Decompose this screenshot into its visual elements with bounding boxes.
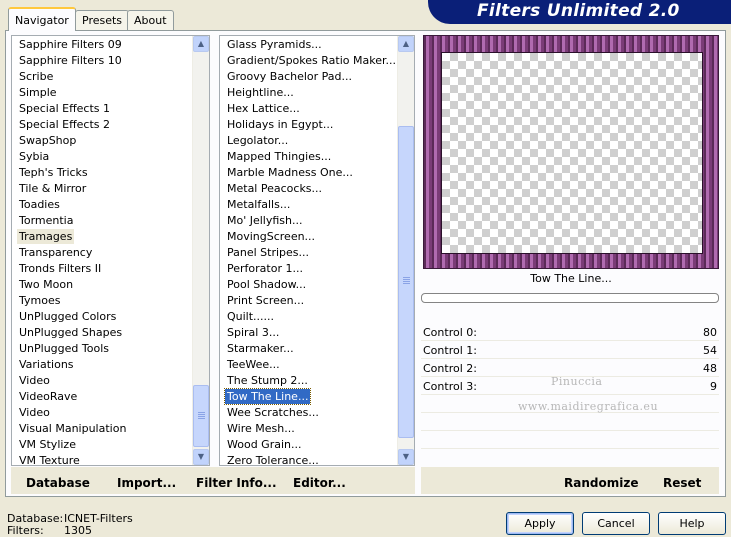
- filter-list-item[interactable]: Gradient/Spokes Ratio Maker...: [225, 53, 398, 68]
- category-list-item[interactable]: UnPlugged Shapes: [17, 325, 124, 340]
- category-list-item[interactable]: Special Effects 1: [17, 101, 112, 116]
- cancel-button[interactable]: Cancel: [582, 512, 650, 535]
- control-row-empty: [421, 431, 719, 449]
- randomize-button[interactable]: Randomize: [564, 476, 638, 490]
- control-label: Control 3:: [423, 380, 477, 393]
- filter-list-item[interactable]: TeeWee...: [225, 357, 282, 372]
- filter-list-item[interactable]: Legolator...: [225, 133, 290, 148]
- category-scrollbar[interactable]: ▲ ▼: [192, 36, 209, 465]
- filter-list-item[interactable]: Marble Madness One...: [225, 165, 355, 180]
- category-list-item[interactable]: Video: [17, 373, 52, 388]
- category-list-item[interactable]: Variations: [17, 357, 76, 372]
- control-value[interactable]: 9: [710, 380, 717, 393]
- filter-list-item[interactable]: Metalfalls...: [225, 197, 292, 212]
- filter-list-item[interactable]: Wire Mesh...: [225, 421, 297, 436]
- reset-button[interactable]: Reset: [663, 476, 701, 490]
- app-title: Filters Unlimited 2.0: [477, 1, 680, 21]
- filter-list-item[interactable]: Perforator 1...: [225, 261, 305, 276]
- control-label: Control 2:: [423, 362, 477, 375]
- category-list-item[interactable]: Transparency: [17, 245, 94, 260]
- category-list-item[interactable]: Tronds Filters II: [17, 261, 103, 276]
- filters-count-label: Filters:: [7, 524, 44, 537]
- category-list-item[interactable]: Two Moon: [17, 277, 75, 292]
- category-list-item[interactable]: UnPlugged Colors: [17, 309, 118, 324]
- filter-scroll-thumb[interactable]: [398, 126, 414, 438]
- scroll-down-arrow-icon[interactable]: ▼: [193, 449, 209, 465]
- filter-list-item[interactable]: The Stump 2...: [225, 373, 310, 388]
- watermark-url: www.maidiregrafica.eu: [518, 400, 659, 413]
- tab-about[interactable]: About: [127, 10, 174, 30]
- category-list[interactable]: Sapphire Filters 09 Sapphire Filters 10 Sc…: [11, 35, 210, 466]
- filter-list-item[interactable]: Hex Lattice...: [225, 101, 302, 116]
- control-label: Control 1:: [423, 344, 477, 357]
- category-list-item[interactable]: Tramages: [17, 229, 75, 244]
- category-list-item[interactable]: Toadies: [17, 197, 62, 212]
- filter-list-item[interactable]: Metal Peacocks...: [225, 181, 324, 196]
- category-list-item[interactable]: VM Stylize: [17, 437, 78, 452]
- filter-list-item[interactable]: MovingScreen...: [225, 229, 317, 244]
- filter-info-button[interactable]: Filter Info...: [196, 476, 277, 490]
- category-list-item[interactable]: Sapphire Filters 10: [17, 53, 124, 68]
- help-button[interactable]: Help: [658, 512, 726, 535]
- filter-list-item[interactable]: Glass Pyramids...: [225, 37, 324, 52]
- category-list-item[interactable]: Sybia: [17, 149, 51, 164]
- scroll-up-arrow-icon[interactable]: ▲: [193, 36, 209, 52]
- tab-presets[interactable]: Presets: [75, 10, 130, 30]
- progress-bar: [421, 293, 719, 303]
- filter-list-item[interactable]: Pool Shadow...: [225, 277, 308, 292]
- category-list-item[interactable]: Tymoes: [17, 293, 62, 308]
- filters-count-value: 1305: [64, 524, 92, 537]
- editor-button[interactable]: Editor...: [293, 476, 346, 490]
- filter-list-item[interactable]: Mo' Jellyfish...: [225, 213, 305, 228]
- control-row-0[interactable]: Control 0: 80: [421, 323, 719, 341]
- apply-button[interactable]: Apply: [506, 512, 574, 535]
- filter-list-item[interactable]: Panel Stripes...: [225, 245, 311, 260]
- category-list-item[interactable]: Scribe: [17, 69, 55, 84]
- category-list-item[interactable]: Tormentia: [17, 213, 75, 228]
- control-label: Control 0:: [423, 326, 477, 339]
- filter-list-item[interactable]: Quilt......: [225, 309, 276, 324]
- filter-list-item[interactable]: Tow The Line...: [223, 388, 312, 405]
- filter-list-item[interactable]: Heightline...: [225, 85, 296, 100]
- control-value[interactable]: 80: [703, 326, 717, 339]
- filter-list-item[interactable]: Groovy Bachelor Pad...: [225, 69, 354, 84]
- category-list-item[interactable]: Sapphire Filters 09: [17, 37, 124, 52]
- import-button[interactable]: Import...: [117, 476, 176, 490]
- category-list-item[interactable]: Visual Manipulation: [17, 421, 128, 436]
- control-value[interactable]: 48: [703, 362, 717, 375]
- category-list-item[interactable]: VideoRave: [17, 389, 79, 404]
- preview-image: [423, 35, 719, 269]
- category-list-item[interactable]: SwapShop: [17, 133, 78, 148]
- category-list-item[interactable]: Tile & Mirror: [17, 181, 88, 196]
- category-list-item[interactable]: UnPlugged Tools: [17, 341, 111, 356]
- filter-scrollbar[interactable]: ▲ ▼: [397, 36, 414, 465]
- transparency-checkerboard: [441, 52, 703, 254]
- scroll-down-arrow-icon[interactable]: ▼: [398, 449, 414, 465]
- category-scroll-thumb[interactable]: [193, 385, 209, 447]
- filter-list-item[interactable]: Mapped Thingies...: [225, 149, 333, 164]
- database-button[interactable]: Database: [26, 476, 90, 490]
- scroll-up-arrow-icon[interactable]: ▲: [398, 36, 414, 52]
- filter-list-item[interactable]: Wood Grain...: [225, 437, 303, 452]
- filter-list-item[interactable]: Spiral 3...: [225, 325, 281, 340]
- watermark-name: Pinuccia: [551, 375, 603, 388]
- filter-list[interactable]: Glass Pyramids... Gradient/Spokes Ratio M…: [219, 35, 415, 466]
- selected-filter-name: Tow The Line...: [530, 272, 612, 285]
- control-row-1[interactable]: Control 1: 54: [421, 341, 719, 359]
- filter-list-item[interactable]: Wee Scratches...: [225, 405, 321, 420]
- control-value[interactable]: 54: [703, 344, 717, 357]
- filter-list-item[interactable]: Holidays in Egypt...: [225, 117, 335, 132]
- category-list-item[interactable]: Special Effects 2: [17, 117, 112, 132]
- filter-list-item[interactable]: Starmaker...: [225, 341, 296, 356]
- filter-list-item[interactable]: Zero Tolerance...: [225, 453, 321, 465]
- controls-panel: Control 0: 80 Control 1: 54 Control 2: 4…: [421, 323, 719, 463]
- control-row-empty: [421, 413, 719, 431]
- category-list-item[interactable]: Teph's Tricks: [17, 165, 90, 180]
- category-list-item[interactable]: Video: [17, 405, 52, 420]
- category-list-item[interactable]: Simple: [17, 85, 59, 100]
- category-list-item[interactable]: VM Texture: [17, 453, 82, 465]
- tab-navigator[interactable]: Navigator: [8, 7, 76, 31]
- filter-list-item[interactable]: Print Screen...: [225, 293, 306, 308]
